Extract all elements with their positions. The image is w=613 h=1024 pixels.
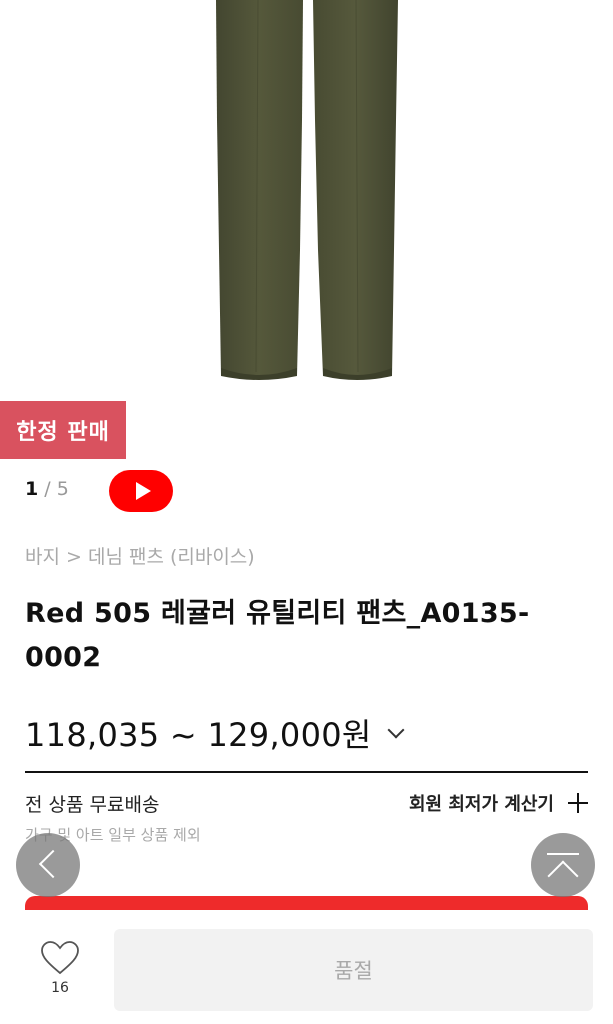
chevron-left-icon	[38, 849, 68, 879]
price-range: 118,035 ~ 129,000원	[25, 716, 372, 754]
price-row[interactable]: 118,035 ~ 129,000원	[25, 710, 405, 756]
free-shipping-title: 전 상품 무료배송	[25, 794, 160, 816]
play-icon	[135, 482, 151, 500]
like-button[interactable]: 16	[36, 940, 84, 1004]
pager-current: 1	[25, 478, 39, 500]
video-play-button[interactable]	[109, 470, 173, 512]
pants-illustration	[216, 0, 398, 380]
scroll-top-icon	[547, 860, 579, 892]
image-pager: 1 / 5	[25, 478, 69, 500]
previous-button[interactable]	[16, 833, 80, 897]
scroll-top-icon-bar	[547, 853, 579, 855]
plus-icon	[568, 793, 588, 813]
heart-icon	[41, 941, 79, 975]
product-image[interactable]	[0, 0, 613, 400]
like-count: 16	[51, 980, 69, 996]
sold-out-button[interactable]: 품절	[114, 929, 593, 1011]
scroll-to-top-button[interactable]	[531, 833, 595, 897]
product-title: Red 505 레귤러 유틸리티 팬츠_A0135-0002	[25, 598, 530, 673]
calculator-label: 회원 최저가 계산기	[408, 794, 554, 815]
pager-separator: /	[44, 478, 57, 500]
pager-total: 5	[56, 478, 69, 500]
sold-out-label: 품절	[334, 959, 373, 983]
limited-sale-label: 한정 판매	[16, 420, 110, 445]
chevron-down-icon[interactable]	[387, 721, 405, 739]
divider	[25, 771, 588, 773]
breadcrumb[interactable]: 바지 > 데님 팬츠 (리바이스)	[25, 542, 255, 569]
product-detail-page: 한정 판매 1 / 5 바지 > 데님 팬츠 (리바이스) Red 505 레귤…	[0, 0, 613, 1024]
limited-sale-badge: 한정 판매	[0, 401, 126, 459]
member-price-calculator-button[interactable]: 회원 최저가 계산기	[409, 790, 588, 816]
